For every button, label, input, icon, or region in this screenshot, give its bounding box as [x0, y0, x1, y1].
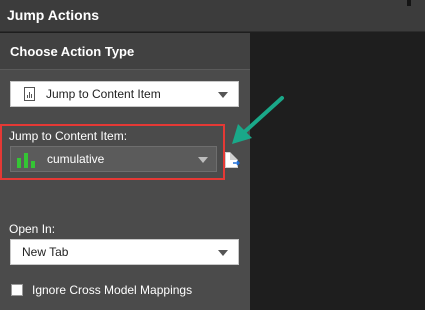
- panel-header-title: Choose Action Type: [10, 44, 135, 59]
- workspace-background: [250, 33, 425, 310]
- arrow-right-icon: [233, 160, 240, 166]
- content-item-dropdown[interactable]: cumulative: [10, 146, 217, 172]
- content-item-value: cumulative: [47, 152, 105, 166]
- open-in-value: New Tab: [22, 245, 69, 259]
- content-item-label: Jump to Content Item:: [9, 129, 128, 143]
- action-settings-panel: Choose Action Type Jump to Content Item …: [0, 33, 250, 310]
- bar-chart-icon: [17, 152, 37, 168]
- open-in-label: Open In:: [9, 222, 56, 236]
- title-bar-edge: [407, 0, 411, 6]
- chevron-down-icon: [218, 250, 228, 256]
- open-content-item-icon[interactable]: [225, 152, 240, 168]
- action-type-value: Jump to Content Item: [46, 87, 161, 101]
- panel-header: Choose Action Type: [0, 33, 250, 70]
- annotation-arrow: [232, 96, 284, 144]
- report-icon: [24, 87, 35, 101]
- action-type-dropdown[interactable]: Jump to Content Item: [10, 81, 239, 107]
- open-in-dropdown[interactable]: New Tab: [10, 239, 239, 265]
- chevron-down-icon: [198, 157, 208, 163]
- chevron-down-icon: [218, 92, 228, 98]
- dialog-title-bar: Jump Actions: [0, 0, 425, 32]
- dialog-title: Jump Actions: [7, 7, 100, 23]
- ignore-cross-model-label: Ignore Cross Model Mappings: [32, 283, 193, 297]
- ignore-cross-model-checkbox[interactable]: [11, 284, 23, 296]
- page-fold: [230, 152, 238, 160]
